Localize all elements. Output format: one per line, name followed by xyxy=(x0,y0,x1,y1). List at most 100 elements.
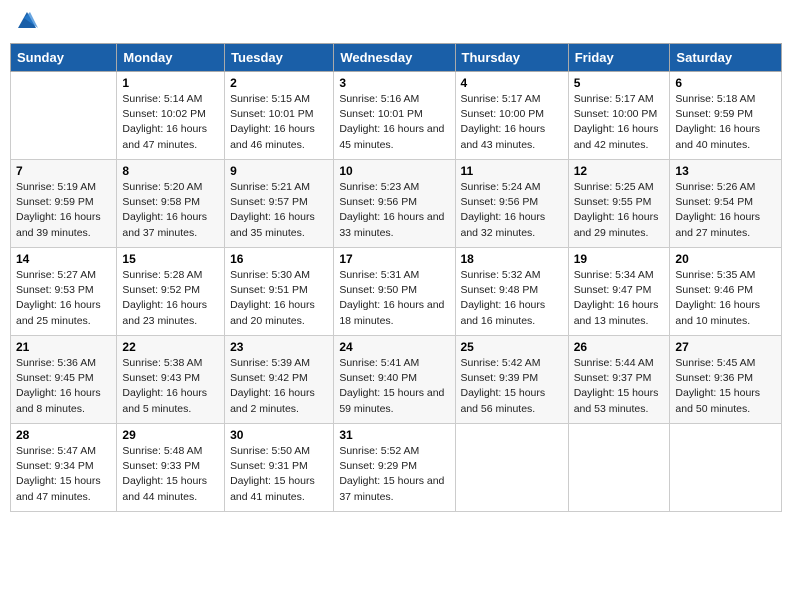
day-number: 13 xyxy=(675,164,776,178)
day-info: Sunrise: 5:45 AMSunset: 9:36 PMDaylight:… xyxy=(675,356,776,417)
day-info: Sunrise: 5:16 AMSunset: 10:01 PMDaylight… xyxy=(339,92,449,153)
calendar-week-4: 21 Sunrise: 5:36 AMSunset: 9:45 PMDaylig… xyxy=(11,336,782,424)
calendar-cell: 5 Sunrise: 5:17 AMSunset: 10:00 PMDaylig… xyxy=(568,72,670,160)
calendar-cell: 7 Sunrise: 5:19 AMSunset: 9:59 PMDayligh… xyxy=(11,160,117,248)
day-number: 4 xyxy=(461,76,563,90)
day-number: 30 xyxy=(230,428,328,442)
day-info: Sunrise: 5:24 AMSunset: 9:56 PMDaylight:… xyxy=(461,180,563,241)
day-number: 16 xyxy=(230,252,328,266)
day-info: Sunrise: 5:39 AMSunset: 9:42 PMDaylight:… xyxy=(230,356,328,417)
calendar-cell: 11 Sunrise: 5:24 AMSunset: 9:56 PMDaylig… xyxy=(455,160,568,248)
calendar-cell: 26 Sunrise: 5:44 AMSunset: 9:37 PMDaylig… xyxy=(568,336,670,424)
day-number: 15 xyxy=(122,252,219,266)
day-number: 12 xyxy=(574,164,665,178)
day-info: Sunrise: 5:48 AMSunset: 9:33 PMDaylight:… xyxy=(122,444,219,505)
day-number: 5 xyxy=(574,76,665,90)
calendar-cell: 16 Sunrise: 5:30 AMSunset: 9:51 PMDaylig… xyxy=(225,248,334,336)
column-header-saturday: Saturday xyxy=(670,44,782,72)
calendar-cell: 22 Sunrise: 5:38 AMSunset: 9:43 PMDaylig… xyxy=(117,336,225,424)
calendar-cell: 31 Sunrise: 5:52 AMSunset: 9:29 PMDaylig… xyxy=(334,424,455,512)
day-number: 18 xyxy=(461,252,563,266)
logo-icon xyxy=(16,10,38,32)
day-number: 22 xyxy=(122,340,219,354)
calendar-cell xyxy=(455,424,568,512)
calendar-table: SundayMondayTuesdayWednesdayThursdayFrid… xyxy=(10,43,782,512)
column-header-sunday: Sunday xyxy=(11,44,117,72)
calendar-cell: 10 Sunrise: 5:23 AMSunset: 9:56 PMDaylig… xyxy=(334,160,455,248)
day-number: 28 xyxy=(16,428,111,442)
day-info: Sunrise: 5:30 AMSunset: 9:51 PMDaylight:… xyxy=(230,268,328,329)
day-info: Sunrise: 5:34 AMSunset: 9:47 PMDaylight:… xyxy=(574,268,665,329)
calendar-cell: 23 Sunrise: 5:39 AMSunset: 9:42 PMDaylig… xyxy=(225,336,334,424)
calendar-cell: 18 Sunrise: 5:32 AMSunset: 9:48 PMDaylig… xyxy=(455,248,568,336)
column-header-monday: Monday xyxy=(117,44,225,72)
column-header-tuesday: Tuesday xyxy=(225,44,334,72)
day-info: Sunrise: 5:14 AMSunset: 10:02 PMDaylight… xyxy=(122,92,219,153)
day-number: 8 xyxy=(122,164,219,178)
day-info: Sunrise: 5:31 AMSunset: 9:50 PMDaylight:… xyxy=(339,268,449,329)
calendar-cell: 3 Sunrise: 5:16 AMSunset: 10:01 PMDaylig… xyxy=(334,72,455,160)
day-number: 27 xyxy=(675,340,776,354)
calendar-cell: 24 Sunrise: 5:41 AMSunset: 9:40 PMDaylig… xyxy=(334,336,455,424)
calendar-cell xyxy=(670,424,782,512)
calendar-cell: 8 Sunrise: 5:20 AMSunset: 9:58 PMDayligh… xyxy=(117,160,225,248)
calendar-cell: 30 Sunrise: 5:50 AMSunset: 9:31 PMDaylig… xyxy=(225,424,334,512)
day-number: 29 xyxy=(122,428,219,442)
calendar-cell: 14 Sunrise: 5:27 AMSunset: 9:53 PMDaylig… xyxy=(11,248,117,336)
day-info: Sunrise: 5:28 AMSunset: 9:52 PMDaylight:… xyxy=(122,268,219,329)
calendar-header: SundayMondayTuesdayWednesdayThursdayFrid… xyxy=(11,44,782,72)
calendar-cell: 20 Sunrise: 5:35 AMSunset: 9:46 PMDaylig… xyxy=(670,248,782,336)
day-info: Sunrise: 5:17 AMSunset: 10:00 PMDaylight… xyxy=(461,92,563,153)
calendar-cell: 1 Sunrise: 5:14 AMSunset: 10:02 PMDaylig… xyxy=(117,72,225,160)
day-info: Sunrise: 5:50 AMSunset: 9:31 PMDaylight:… xyxy=(230,444,328,505)
day-number: 25 xyxy=(461,340,563,354)
calendar-cell: 13 Sunrise: 5:26 AMSunset: 9:54 PMDaylig… xyxy=(670,160,782,248)
day-info: Sunrise: 5:19 AMSunset: 9:59 PMDaylight:… xyxy=(16,180,111,241)
day-number: 19 xyxy=(574,252,665,266)
calendar-cell: 25 Sunrise: 5:42 AMSunset: 9:39 PMDaylig… xyxy=(455,336,568,424)
day-number: 1 xyxy=(122,76,219,90)
calendar-cell: 9 Sunrise: 5:21 AMSunset: 9:57 PMDayligh… xyxy=(225,160,334,248)
calendar-week-2: 7 Sunrise: 5:19 AMSunset: 9:59 PMDayligh… xyxy=(11,160,782,248)
calendar-cell: 21 Sunrise: 5:36 AMSunset: 9:45 PMDaylig… xyxy=(11,336,117,424)
page-header xyxy=(10,10,782,37)
day-info: Sunrise: 5:42 AMSunset: 9:39 PMDaylight:… xyxy=(461,356,563,417)
day-info: Sunrise: 5:32 AMSunset: 9:48 PMDaylight:… xyxy=(461,268,563,329)
calendar-cell: 28 Sunrise: 5:47 AMSunset: 9:34 PMDaylig… xyxy=(11,424,117,512)
day-info: Sunrise: 5:44 AMSunset: 9:37 PMDaylight:… xyxy=(574,356,665,417)
day-info: Sunrise: 5:36 AMSunset: 9:45 PMDaylight:… xyxy=(16,356,111,417)
day-number: 31 xyxy=(339,428,449,442)
calendar-cell: 27 Sunrise: 5:45 AMSunset: 9:36 PMDaylig… xyxy=(670,336,782,424)
calendar-cell: 4 Sunrise: 5:17 AMSunset: 10:00 PMDaylig… xyxy=(455,72,568,160)
day-info: Sunrise: 5:35 AMSunset: 9:46 PMDaylight:… xyxy=(675,268,776,329)
day-info: Sunrise: 5:15 AMSunset: 10:01 PMDaylight… xyxy=(230,92,328,153)
calendar-body: 1 Sunrise: 5:14 AMSunset: 10:02 PMDaylig… xyxy=(11,72,782,512)
day-number: 17 xyxy=(339,252,449,266)
day-number: 6 xyxy=(675,76,776,90)
day-info: Sunrise: 5:23 AMSunset: 9:56 PMDaylight:… xyxy=(339,180,449,241)
calendar-cell: 15 Sunrise: 5:28 AMSunset: 9:52 PMDaylig… xyxy=(117,248,225,336)
day-number: 7 xyxy=(16,164,111,178)
day-info: Sunrise: 5:38 AMSunset: 9:43 PMDaylight:… xyxy=(122,356,219,417)
day-info: Sunrise: 5:26 AMSunset: 9:54 PMDaylight:… xyxy=(675,180,776,241)
calendar-cell: 2 Sunrise: 5:15 AMSunset: 10:01 PMDaylig… xyxy=(225,72,334,160)
day-info: Sunrise: 5:18 AMSunset: 9:59 PMDaylight:… xyxy=(675,92,776,153)
calendar-week-1: 1 Sunrise: 5:14 AMSunset: 10:02 PMDaylig… xyxy=(11,72,782,160)
day-info: Sunrise: 5:27 AMSunset: 9:53 PMDaylight:… xyxy=(16,268,111,329)
logo xyxy=(14,10,38,37)
day-number: 23 xyxy=(230,340,328,354)
day-number: 11 xyxy=(461,164,563,178)
calendar-week-3: 14 Sunrise: 5:27 AMSunset: 9:53 PMDaylig… xyxy=(11,248,782,336)
day-number: 20 xyxy=(675,252,776,266)
day-number: 2 xyxy=(230,76,328,90)
calendar-cell: 6 Sunrise: 5:18 AMSunset: 9:59 PMDayligh… xyxy=(670,72,782,160)
day-info: Sunrise: 5:41 AMSunset: 9:40 PMDaylight:… xyxy=(339,356,449,417)
calendar-cell: 12 Sunrise: 5:25 AMSunset: 9:55 PMDaylig… xyxy=(568,160,670,248)
calendar-cell: 17 Sunrise: 5:31 AMSunset: 9:50 PMDaylig… xyxy=(334,248,455,336)
day-number: 10 xyxy=(339,164,449,178)
calendar-week-5: 28 Sunrise: 5:47 AMSunset: 9:34 PMDaylig… xyxy=(11,424,782,512)
column-header-thursday: Thursday xyxy=(455,44,568,72)
day-number: 3 xyxy=(339,76,449,90)
day-number: 9 xyxy=(230,164,328,178)
day-info: Sunrise: 5:21 AMSunset: 9:57 PMDaylight:… xyxy=(230,180,328,241)
